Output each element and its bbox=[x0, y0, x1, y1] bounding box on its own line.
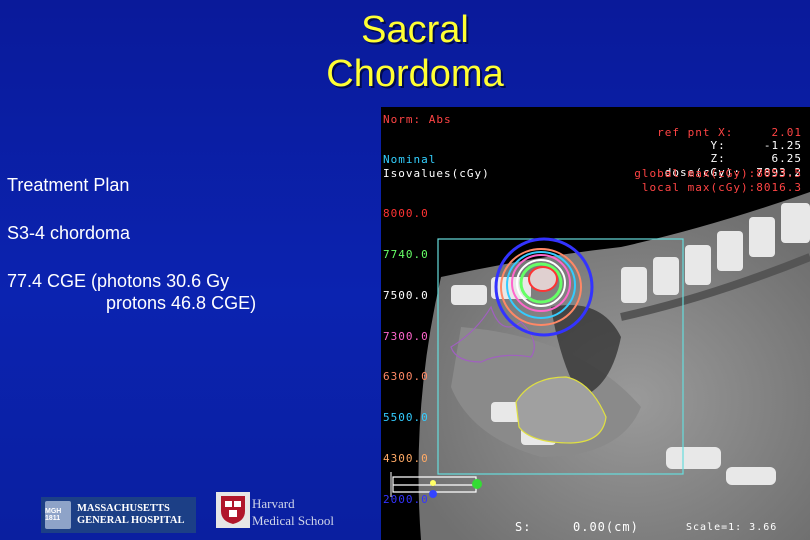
nominal-label: Nominal bbox=[383, 153, 437, 166]
isovalue-item: 4300.0 bbox=[383, 451, 429, 465]
mgh-logo: MGH 1811 MASSACHUSETTS GENERAL HOSPITAL bbox=[41, 497, 196, 533]
norm-label: Norm: Abs bbox=[383, 113, 452, 126]
mgh-name: MASSACHUSETTS GENERAL HOSPITAL bbox=[77, 503, 184, 527]
diagnosis-text: S3-4 chordoma bbox=[7, 223, 131, 243]
mgh-line1: MASSACHUSETTS bbox=[77, 503, 170, 514]
isovalues-label: Isovalues(cGy) bbox=[383, 167, 490, 180]
treatment-plan-heading: Treatment Plan bbox=[7, 175, 130, 195]
scale-readout: Scale=1: 3.66 bbox=[686, 522, 778, 533]
mgh-line2: GENERAL HOSPITAL bbox=[77, 515, 185, 526]
title-line1: Sacral bbox=[361, 9, 469, 51]
harvard-medical-school-text: Harvard Medical School bbox=[252, 495, 334, 529]
isovalue-item: 7740.0 bbox=[383, 247, 429, 261]
isovalue-item: 8000.0 bbox=[383, 207, 429, 221]
isovalue-item: 7500.0 bbox=[383, 288, 429, 302]
isovalue-item: 7300.0 bbox=[383, 329, 429, 343]
dose-line1: 77.4 CGE (photons 30.6 Gy bbox=[7, 271, 230, 291]
isovalue-item: 2000.0 bbox=[383, 492, 429, 506]
shield-graphic bbox=[221, 496, 245, 524]
local-max: local max(cGy):8016.3 bbox=[641, 181, 802, 194]
isovalue-item: 6300.0 bbox=[383, 370, 429, 384]
dose-line2: protons 46.8 CGE) bbox=[106, 293, 257, 313]
harvard-shield-icon bbox=[216, 492, 250, 528]
dose-text: 77.4 CGE (photons 30.6 Gy protons 46.8 C… bbox=[7, 270, 256, 314]
hms-line1: Harvard bbox=[252, 496, 295, 511]
isovalue-list: 8000.0 7740.0 7500.0 7300.0 6300.0 5500.… bbox=[383, 180, 429, 533]
hms-line2: Medical School bbox=[252, 513, 334, 528]
ct-dose-image: Norm: Abs ref pnt X: 2.01 Y: -1.25 Z: 6.… bbox=[381, 107, 810, 540]
slide-title: Sacral Chordoma bbox=[0, 8, 810, 96]
s-label: S: bbox=[515, 520, 532, 534]
title-line2: Chordoma bbox=[326, 53, 504, 95]
global-max: global max(cGy):8053.5 bbox=[634, 167, 802, 180]
s-value: 0.00(cm) bbox=[573, 520, 639, 534]
mgh-shield-icon: MGH 1811 bbox=[45, 501, 71, 529]
isovalue-item: 5500.0 bbox=[383, 411, 429, 425]
